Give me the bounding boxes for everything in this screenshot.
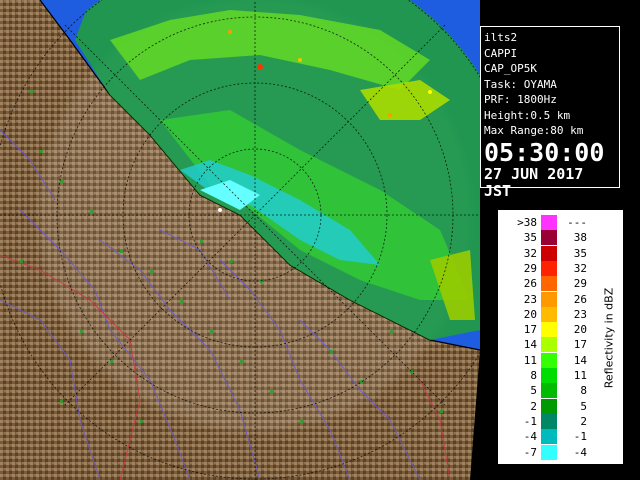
task-name: Task: OYAMA (484, 77, 557, 91)
legend-swatch (541, 413, 557, 429)
legend-max-label: 2 (580, 414, 587, 428)
legend-max-label: 8 (580, 384, 587, 398)
legend-max-label: 11 (573, 369, 587, 382)
legend-min-label: 35 (523, 231, 537, 245)
legend-row: 11 14 (499, 352, 599, 368)
legend-swatch (541, 322, 557, 338)
legend-swatch (541, 215, 557, 230)
legend-row: 58 (499, 383, 599, 399)
legend-min-label: >38 (517, 216, 537, 229)
product-code: CAP_OP5K (484, 62, 537, 75)
observation-date: 27 JUN 2017 JST (484, 164, 584, 200)
legend-row: 25 (499, 398, 599, 414)
legend-row: 29 32 (499, 260, 599, 276)
legend-max-label: 26 (573, 292, 587, 306)
legend-max-label: 23 (573, 307, 587, 321)
legend-max-label: --- (567, 216, 587, 229)
legend-swatch (541, 291, 557, 307)
legend-row: 35 38 (499, 230, 599, 246)
info-panel: ilts2 CAPPI CAP_OP5K Task: OYAMA PRF: 18… (480, 26, 620, 199)
legend-swatch (541, 368, 557, 383)
legend-min-label: 23 (523, 292, 537, 306)
legend-min-label: -1 (523, 414, 537, 428)
legend-swatch (541, 306, 557, 322)
prf-value: PRF: 1800Hz (484, 93, 557, 106)
legend-max-label: 32 (573, 261, 587, 275)
legend-max-label: 29 (573, 277, 587, 291)
legend-min-label: 8 (530, 369, 537, 382)
legend-row: -7 -4 (499, 444, 599, 460)
observation-time: 05:30:00 (484, 137, 605, 167)
legend-row: 26 29 (499, 276, 599, 292)
legend-row: -1 2 (499, 413, 599, 429)
legend-min-label: 11 (523, 353, 537, 367)
legend-row: -4 -1 (499, 429, 599, 445)
legend-min-label: -7 (523, 445, 537, 459)
max-range-value: Max Range:80 km (484, 124, 584, 137)
legend-swatch (541, 429, 557, 445)
legend-swatch (541, 245, 557, 261)
legend-max-label: 14 (573, 353, 587, 367)
legend-min-label: 17 (523, 323, 537, 337)
legend-swatch (541, 444, 557, 460)
legend-unit-label: Reflectivity in dBZ (602, 287, 616, 389)
legend-max-label: 20 (573, 323, 587, 337)
legend-min-label: 26 (523, 277, 537, 291)
legend-max-label: 35 (573, 246, 587, 260)
legend-min-label: 5 (530, 384, 537, 398)
legend-max-label: 38 (573, 231, 587, 245)
legend-min-label: 29 (523, 261, 537, 275)
legend-min-label: 20 (523, 307, 537, 321)
legend-swatch (541, 230, 557, 246)
legend-row: 32 35 (499, 245, 599, 261)
legend-swatch (541, 276, 557, 292)
legend-max-label: 5 (580, 399, 587, 413)
legend-row: 14 17 (499, 337, 599, 353)
legend-row: 8 11 (499, 368, 599, 383)
legend-swatch (541, 260, 557, 276)
legend-swatch (541, 383, 557, 399)
radar-site (218, 208, 222, 212)
legend-row: 20 23 (499, 306, 599, 322)
legend-swatch (541, 337, 557, 353)
legend-swatch (541, 352, 557, 368)
legend-max-label: -1 (573, 430, 587, 444)
legend-row: 17 20 (499, 322, 599, 338)
legend-max-label: -4 (573, 445, 587, 459)
legend-row: 23 26 (499, 291, 599, 307)
legend-swatch (541, 398, 557, 414)
legend-min-label: 32 (523, 246, 537, 260)
legend-min-label: -4 (523, 430, 537, 444)
station-name: ilts2 (484, 31, 518, 44)
legend-min-label: 14 (523, 338, 537, 352)
product-type: CAPPI (484, 46, 518, 60)
legend-min-label: 2 (530, 399, 537, 413)
height-value: Height:0.5 km (484, 108, 571, 122)
color-legend: >38 --- 35 38 32 35 29 32 26 29 23 26 20 23 17 20 14 17 11… (498, 210, 623, 464)
legend-row: >38 --- (499, 215, 599, 230)
legend-max-label: 17 (573, 338, 587, 352)
